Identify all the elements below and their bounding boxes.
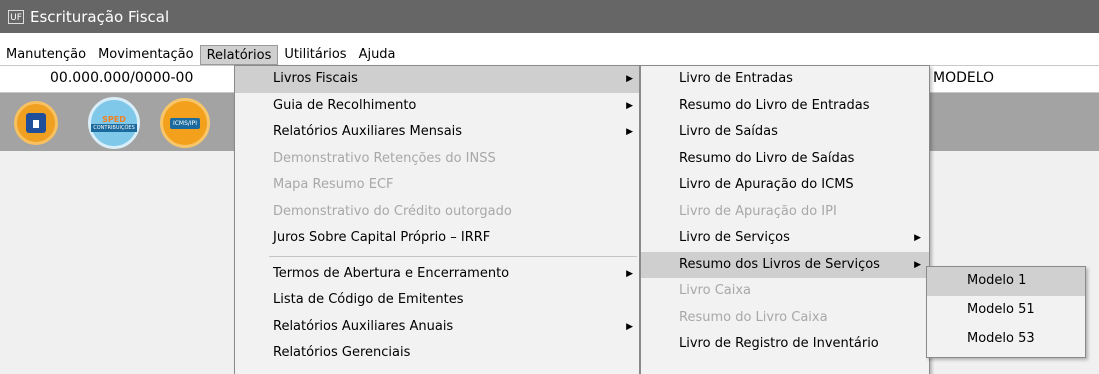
menu-manutencao[interactable]: Manutenção <box>0 45 92 65</box>
building-icon <box>26 113 46 133</box>
contribuicoes-label: CONTRIBUIÇÕES <box>91 123 137 132</box>
menu-item-livro-entradas[interactable]: Livro de Entradas <box>641 66 929 93</box>
menu-item-livros-fiscais[interactable]: Livros Fiscais ▶ <box>235 66 639 93</box>
modelo-value: MODELO <box>933 70 995 86</box>
window-title: Escrituração Fiscal <box>30 7 170 26</box>
app-icon: UF <box>8 9 24 24</box>
menu-item-termos-abertura[interactable]: Termos de Abertura e Encerramento ▶ <box>235 261 639 288</box>
cnpj-value: 00.000.000/0000-00 <box>50 70 194 86</box>
menu-item-relatorios-gerenciais[interactable]: Relatórios Gerenciais <box>235 340 639 367</box>
relatorios-menu: Livros Fiscais ▶ Guia de Recolhimento ▶ … <box>234 65 640 374</box>
menu-item-demonstrativo-inss: Demonstrativo Retenções do INSS <box>273 150 496 166</box>
submenu-arrow-icon: ▶ <box>626 268 633 279</box>
menu-movimentacao[interactable]: Movimentação <box>92 45 200 65</box>
menu-item-juros-capital-proprio[interactable]: Juros Sobre Capital Próprio – IRRF <box>235 225 639 252</box>
menu-item-modelo-51[interactable]: Modelo 51 <box>927 296 1085 325</box>
submenu-arrow-icon: ▶ <box>626 74 633 84</box>
menu-item-livro-apuracao-icms[interactable]: Livro de Apuração do ICMS <box>641 172 929 199</box>
livros-fiscais-submenu: Livro de Entradas Resumo do Livro de Ent… <box>640 65 930 374</box>
menu-item-livro-caixa: Livro Caixa <box>679 283 752 298</box>
menu-item-resumo-livro-caixa: Resumo do Livro Caixa <box>679 309 828 325</box>
menu-separator <box>269 255 637 257</box>
menu-item-relatorios-aux-anuais[interactable]: Relatórios Auxiliares Anuais ▶ <box>235 314 639 341</box>
resumo-livros-servicos-submenu: Modelo 1 Modelo 51 Modelo 53 <box>926 266 1086 358</box>
submenu-arrow-icon: ▶ <box>914 233 921 243</box>
menu-item-modelo-53[interactable]: Modelo 53 <box>927 325 1085 354</box>
menu-utilitarios[interactable]: Utilitários <box>278 45 352 65</box>
menu-item-credito-outorgado: Demonstrativo do Crédito outorgado <box>273 203 512 219</box>
menu-item-livro-apuracao-ipi: Livro de Apuração do IPI <box>679 203 837 219</box>
window-titlebar: UF Escrituração Fiscal <box>0 0 1099 33</box>
icms-ipi-label: ICMS/IPI <box>169 117 201 129</box>
icms-ipi-button[interactable]: ICMS/IPI <box>160 98 210 148</box>
menu-item-guia-recolhimento[interactable]: Guia de Recolhimento ▶ <box>235 93 639 120</box>
menu-ajuda[interactable]: Ajuda <box>353 45 402 65</box>
menu-item-lista-emitentes[interactable]: Lista de Código de Emitentes <box>235 287 639 314</box>
menu-item-livro-servicos[interactable]: Livro de Serviços ▶ <box>641 225 929 252</box>
menu-item-livro-saidas[interactable]: Livro de Saídas <box>641 119 929 146</box>
submenu-arrow-icon: ▶ <box>626 321 633 332</box>
menu-item-resumo-livros-servicos[interactable]: Resumo dos Livros de Serviços ▶ <box>641 251 929 278</box>
menu-item-relatorios-aux-mensais[interactable]: Relatórios Auxiliares Mensais ▶ <box>235 119 639 146</box>
sped-label: SPED <box>102 114 126 124</box>
sped-contribuicoes-button[interactable]: SPED CONTRIBUIÇÕES <box>88 97 140 149</box>
menu-relatorios[interactable]: Relatórios <box>199 45 279 65</box>
menu-item-resumo-livro-saidas[interactable]: Resumo do Livro de Saídas <box>641 146 929 173</box>
menu-bar: Manutenção Movimentação Relatórios Utili… <box>0 45 1099 65</box>
home-icon-button[interactable] <box>14 101 58 145</box>
submenu-arrow-icon: ▶ <box>626 127 633 137</box>
menu-item-livro-registro-inventario[interactable]: Livro de Registro de Inventário <box>641 331 929 358</box>
menu-item-modelo-1[interactable]: Modelo 1 <box>927 267 1085 296</box>
menu-item-mapa-resumo-ecf: Mapa Resumo ECF <box>273 177 394 192</box>
submenu-arrow-icon: ▶ <box>914 259 921 270</box>
submenu-arrow-icon: ▶ <box>626 100 633 111</box>
menu-item-resumo-livro-entradas[interactable]: Resumo do Livro de Entradas <box>641 93 929 120</box>
